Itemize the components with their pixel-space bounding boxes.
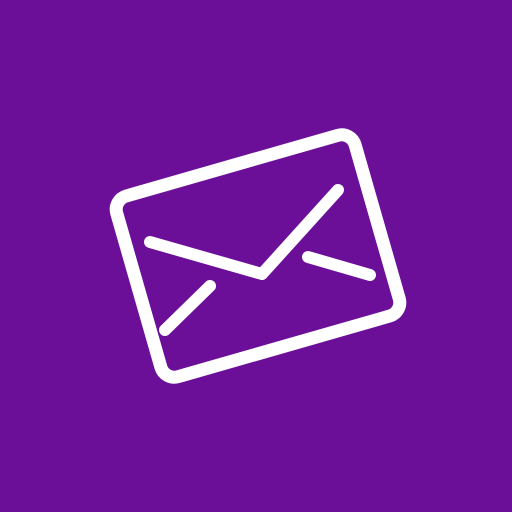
- envelope-icon: [109, 128, 407, 384]
- app-icon-background[interactable]: [0, 0, 512, 512]
- envelope-fold-left: [159, 280, 216, 336]
- envelope-body: [109, 128, 407, 384]
- envelope-fold-right: [302, 251, 376, 281]
